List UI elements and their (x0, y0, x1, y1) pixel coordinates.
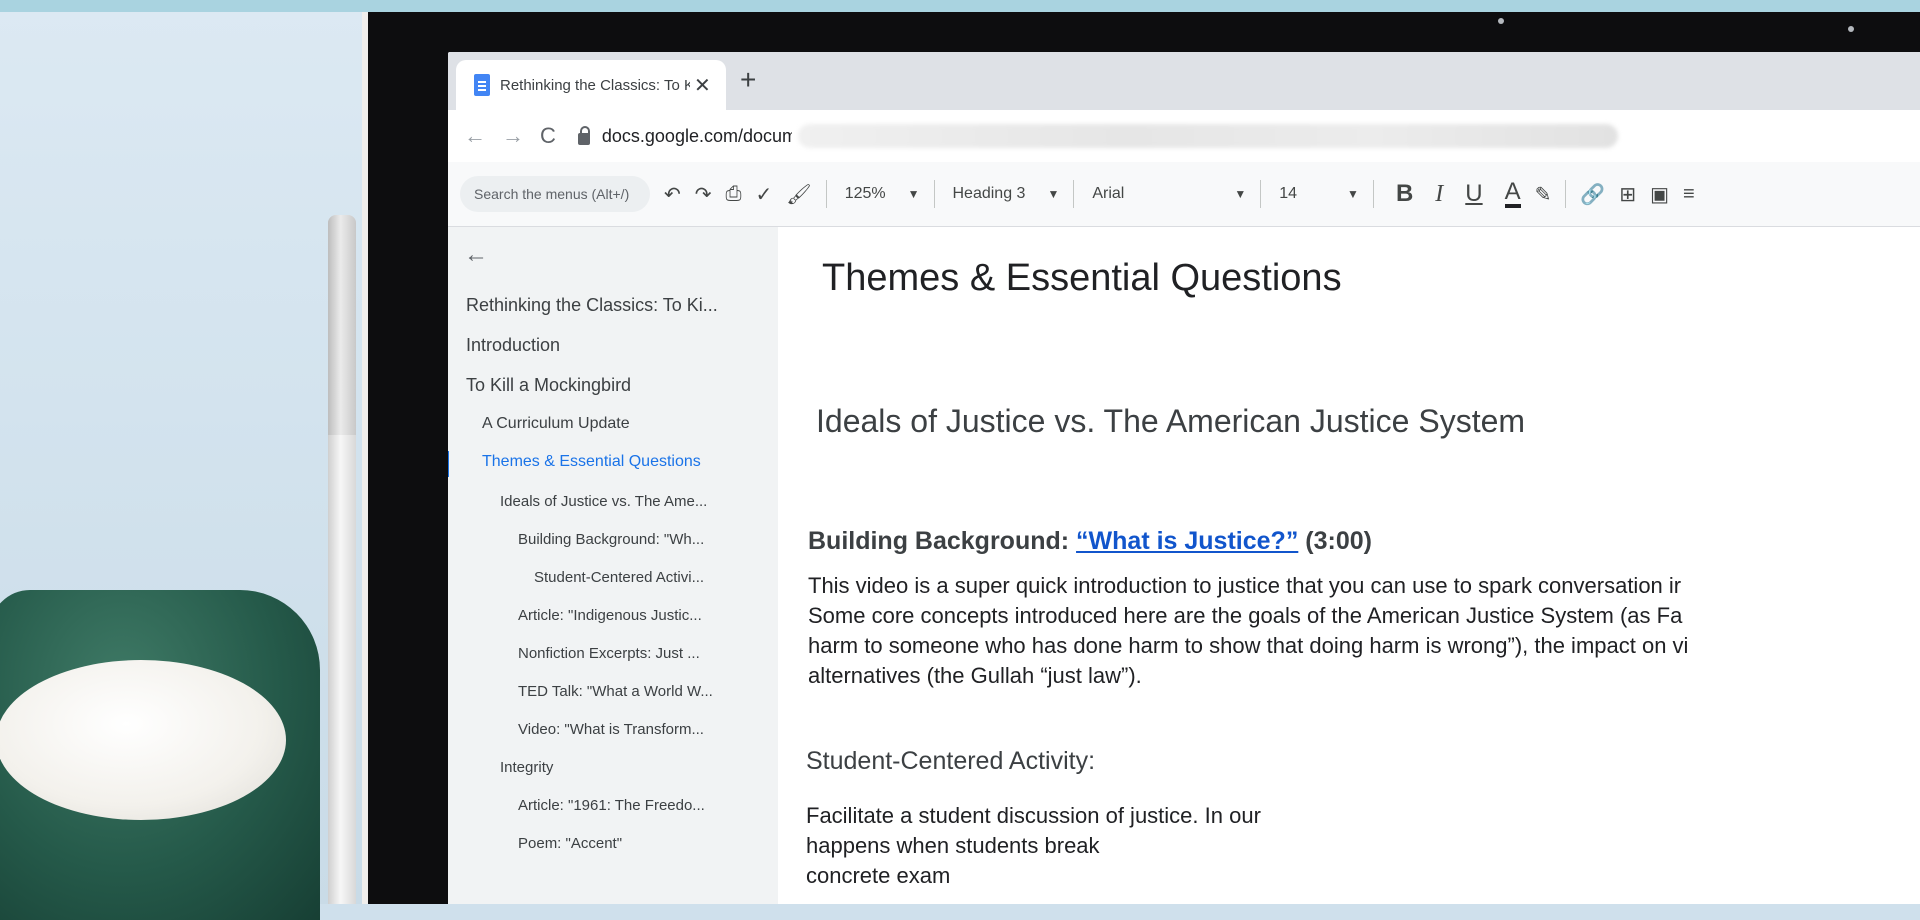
paragraph-style-value: Heading 3 (952, 185, 1026, 202)
chevron-down-icon: ▼ (1234, 187, 1247, 201)
insert-image-icon[interactable]: ▣ (1650, 182, 1669, 207)
bezel-speck (1848, 26, 1854, 32)
print-icon[interactable]: ⎙ (726, 183, 742, 206)
google-docs-icon (474, 74, 490, 96)
docs-toolbar: Search the menus (Alt+/) ↶ ↷ ⎙ ✓ 🖌 125% … (448, 162, 1920, 227)
outline-item[interactable]: Article: "1961: The Freedo... (518, 797, 705, 814)
blurred-url-region (797, 124, 1618, 148)
back-arrow-icon[interactable]: ← (464, 123, 486, 149)
document-outline: ← Rethinking the Classics: To Ki... Intr… (448, 227, 778, 904)
outline-item[interactable]: Poem: "Accent" (518, 835, 622, 852)
browser-tab-strip: Rethinking the Classics: To Kill a ✕ + (448, 52, 1920, 110)
toolbar-divider (1565, 180, 1567, 208)
toolbar-divider (825, 180, 827, 208)
font-size-value: 14 (1279, 185, 1298, 202)
activity-heading: Student-Centered Activity: (806, 747, 1096, 775)
paragraph-line: Some core concepts introduced here are t… (808, 603, 1683, 628)
laptop-screen: Rethinking the Classics: To Kill a ✕ + ←… (448, 52, 1920, 904)
outline-item[interactable]: Student-Centered Activi... (534, 569, 704, 586)
tab-title: Rethinking the Classics: To Kill a (500, 76, 690, 94)
font-size-select[interactable]: 14 ▼ (1279, 185, 1359, 203)
paragraph-style-select[interactable]: Heading 3 ▼ (953, 185, 1060, 203)
document-title: Themes & Essential Questions (822, 257, 1342, 299)
document-page[interactable]: Themes & Essential Questions Ideals of J… (778, 227, 1920, 904)
outline-item[interactable]: Nonfiction Excerpts: Just ... (518, 645, 700, 662)
paint-format-icon[interactable]: 🖌 (786, 182, 811, 207)
redo-icon[interactable]: ↷ (695, 182, 712, 207)
address-bar: ← → C docs.google.com/docume (448, 110, 1920, 163)
outline-item[interactable]: Ideals of Justice vs. The Ame... (500, 493, 707, 510)
close-tab-icon[interactable]: ✕ (694, 73, 711, 98)
align-icon[interactable]: ≡ (1683, 183, 1695, 206)
stylus-cap (328, 215, 356, 435)
outline-item[interactable]: Building Background: "Wh... (518, 531, 704, 548)
lock-icon (577, 126, 590, 145)
underline-button[interactable]: U (1465, 180, 1482, 208)
font-value: Arial (1092, 185, 1125, 202)
building-background-heading: Building Background: “What is Justice?” … (808, 527, 1372, 556)
menu-search-placeholder: Search the menus (Alt+/) (474, 186, 630, 202)
building-background-label: Building Background: (808, 527, 1077, 555)
link-icon[interactable]: 🔗 (1580, 182, 1605, 207)
reload-icon[interactable]: C (540, 123, 556, 149)
outline-item[interactable]: Rethinking the Classics: To Ki... (466, 295, 718, 316)
video-duration: (3:00) (1298, 527, 1372, 555)
zoom-select[interactable]: 125% ▼ (845, 185, 920, 203)
what-is-justice-link[interactable]: “What is Justice?” (1076, 527, 1298, 555)
menu-search-input[interactable]: Search the menus (Alt+/) (460, 176, 650, 212)
outline-item[interactable]: Integrity (500, 759, 553, 776)
mug-contents (0, 660, 286, 820)
outline-item[interactable]: Video: "What is Transform... (518, 721, 704, 738)
toolbar-divider (1372, 180, 1374, 208)
bezel-speck (1498, 18, 1504, 24)
outline-item[interactable]: Introduction (466, 335, 560, 356)
chevron-down-icon: ▼ (1047, 187, 1060, 201)
undo-icon[interactable]: ↶ (664, 182, 681, 207)
outline-item[interactable]: To Kill a Mockingbird (466, 375, 631, 396)
paragraph-line: harm to someone who has done harm to sho… (808, 633, 1689, 658)
paragraph-line: This video is a super quick introduction… (808, 573, 1682, 598)
section-heading: Ideals of Justice vs. The American Justi… (816, 403, 1526, 439)
toolbar-divider (933, 180, 935, 208)
chevron-down-icon: ▼ (1347, 187, 1359, 201)
chevron-down-icon: ▼ (907, 187, 920, 201)
toolbar-divider (1260, 180, 1262, 208)
outline-item[interactable]: TED Talk: "What a World W... (518, 683, 713, 700)
text-color-button[interactable]: A (1504, 180, 1521, 208)
url-text[interactable]: docs.google.com/docume (602, 126, 792, 147)
new-tab-icon[interactable]: + (740, 64, 756, 96)
italic-button[interactable]: I (1435, 181, 1443, 208)
forward-arrow-icon[interactable]: → (502, 123, 524, 149)
outline-item[interactable]: Article: "Indigenous Justic... (518, 607, 702, 624)
outline-item-active[interactable]: Themes & Essential Questions (482, 453, 701, 471)
outline-back-icon[interactable]: ← (464, 241, 488, 269)
zoom-value: 125% (844, 185, 886, 202)
spellcheck-icon[interactable]: ✓ (756, 182, 773, 207)
browser-tab[interactable]: Rethinking the Classics: To Kill a ✕ (456, 60, 726, 110)
font-select[interactable]: Arial ▼ (1092, 185, 1246, 203)
activity-line: Facilitate a student discussion of justi… (806, 803, 1261, 828)
top-edge-strip (0, 0, 1920, 12)
paragraph-line: alternatives (the Gullah “just law”). (808, 663, 1142, 688)
activity-line: concrete exam (806, 863, 951, 888)
highlight-pen-icon[interactable]: ✎ (1535, 182, 1552, 207)
outline-active-marker (448, 451, 449, 477)
activity-line: happens when students break (806, 833, 1100, 858)
toolbar-divider (1073, 180, 1075, 208)
add-comment-icon[interactable]: ⊞ (1619, 182, 1636, 207)
bold-button[interactable]: B (1396, 180, 1413, 208)
outline-item[interactable]: A Curriculum Update (482, 415, 630, 433)
